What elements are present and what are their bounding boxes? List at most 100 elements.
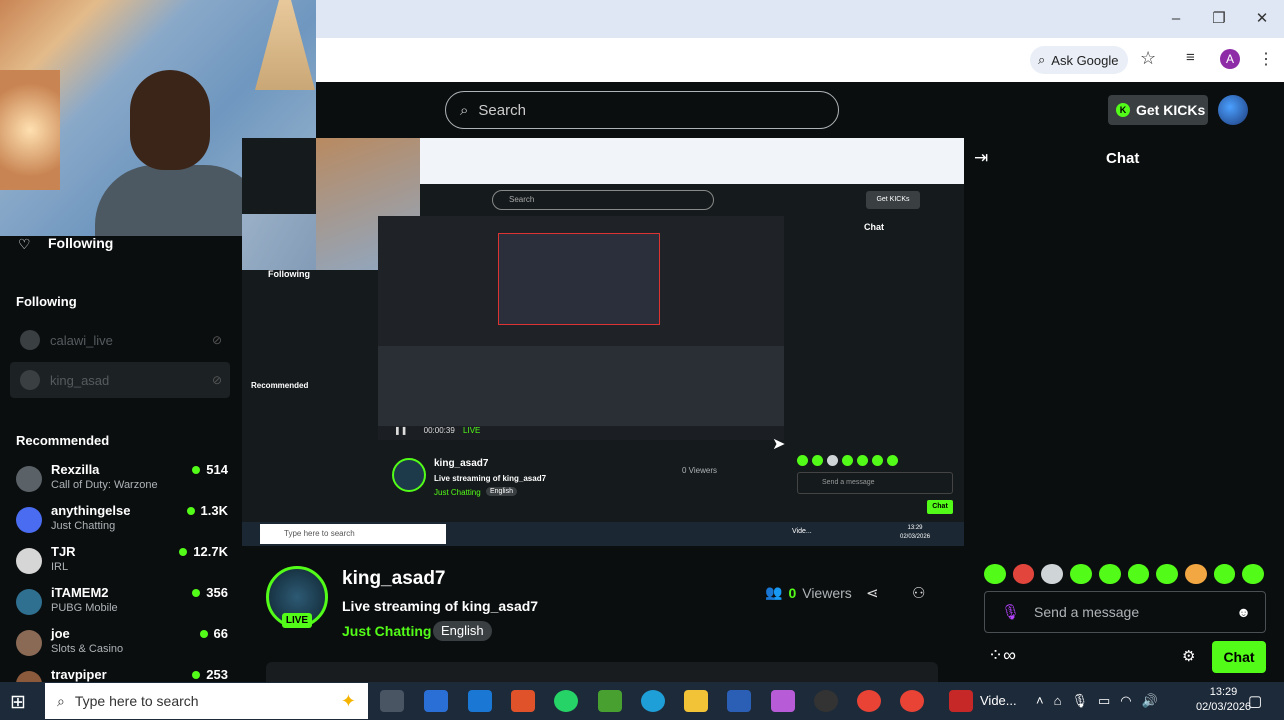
chrome-icon[interactable] — [900, 690, 924, 712]
file-explorer-icon[interactable] — [684, 690, 708, 712]
store-icon[interactable] — [424, 690, 448, 712]
list-item[interactable]: joe Slots & Casino 66 — [16, 626, 228, 666]
emote-icon[interactable] — [1012, 564, 1035, 584]
whatsapp-icon[interactable] — [554, 690, 578, 712]
restore-icon[interactable]: ❐ — [1207, 8, 1231, 30]
emote-icon[interactable] — [1242, 564, 1265, 584]
close-icon[interactable]: ✕ — [1250, 8, 1274, 30]
outlook-icon[interactable] — [468, 690, 492, 712]
obs-icon[interactable] — [814, 690, 838, 712]
clock-date: 02/03/2026 — [1196, 701, 1252, 713]
copilot-icon[interactable] — [771, 690, 795, 712]
brave-icon[interactable] — [511, 690, 535, 712]
edge-icon[interactable] — [641, 690, 665, 712]
bookmark-star-icon[interactable]: ☆ — [1140, 48, 1156, 69]
usb-icon[interactable]: ⌂ — [1054, 693, 1062, 709]
lens-icon: ⌕ — [1038, 52, 1046, 67]
user-avatar[interactable] — [1218, 95, 1248, 125]
video-nested-chat-button: Chat — [927, 500, 953, 514]
channel-name: Rexzilla — [51, 462, 100, 477]
profile-avatar[interactable]: A — [1220, 49, 1240, 69]
viewer-count: 514 — [192, 462, 228, 477]
minimize-icon[interactable]: – — [1164, 8, 1188, 30]
microphone-icon[interactable]: 🎙 — [1071, 693, 1088, 709]
chat-title: Chat — [1106, 150, 1140, 167]
live-badge: LIVE — [282, 613, 312, 628]
search-placeholder: Search — [478, 101, 526, 119]
video-nested-recommended: Recommended — [251, 381, 309, 390]
video-nested-taskbar-video: Vide... — [792, 528, 812, 535]
emote-icon[interactable] — [1156, 564, 1178, 584]
follow-icon[interactable]: ⚇ — [912, 584, 925, 602]
category-link[interactable]: Just Chatting — [342, 623, 431, 639]
video-nested-obs-preview — [498, 233, 660, 325]
avatar — [16, 589, 42, 615]
windows-start-icon[interactable]: ⊞ — [10, 691, 26, 714]
channel-category: IRL — [51, 561, 69, 573]
taskbar-clock[interactable]: 13:29 02/03/2026 — [1196, 685, 1251, 715]
clock-time: 13:29 — [1209, 686, 1238, 698]
viewer-count: 1.3K — [186, 503, 228, 518]
list-item[interactable]: travpiper 253 — [16, 667, 228, 682]
taskbar-video-label[interactable]: Vide... — [980, 693, 1017, 708]
video-nested-channel: king_asad7 — [434, 458, 489, 469]
media-control-icon[interactable]: ≡ — [1186, 49, 1195, 66]
emote-icon[interactable] — [1070, 564, 1092, 584]
search-icon: ⌕ — [460, 101, 469, 119]
task-view-icon[interactable] — [380, 690, 404, 712]
chevron-up-icon[interactable]: ˄ — [1036, 693, 1044, 709]
kick-points-icon[interactable]: ⁘∞ — [988, 645, 1016, 666]
emote-icon[interactable] — [1098, 564, 1121, 584]
offline-icon: ⊘ — [211, 333, 222, 347]
emoji-icon[interactable]: ☻ — [1236, 604, 1251, 620]
more-menu-icon[interactable]: ⋮ — [1258, 49, 1274, 69]
channel-name: joe — [51, 626, 70, 641]
pause-icon: ❚❚ — [394, 426, 408, 435]
microphone-icon[interactable]: 🎙 — [1001, 603, 1020, 621]
gear-icon[interactable]: ⚙ — [1182, 647, 1195, 665]
chat-message-input[interactable]: 🎙 Send a message ☻ — [984, 591, 1266, 633]
channel-category: Just Chatting — [51, 520, 116, 532]
avatar — [16, 507, 42, 533]
emote-icon[interactable] — [984, 564, 1006, 584]
search-input[interactable]: ⌕ Search — [445, 91, 839, 129]
search-icon: ⌕ — [57, 692, 65, 709]
send-chat-button[interactable]: Chat — [1212, 641, 1266, 673]
emote-icon[interactable] — [1213, 564, 1236, 584]
app-icon[interactable] — [598, 690, 622, 712]
avatar — [20, 370, 40, 390]
avatar — [16, 548, 42, 574]
sidebar-item-calawi-live[interactable]: calawi_live ⊘ — [10, 322, 230, 358]
following-nav-label[interactable]: Following — [48, 235, 113, 251]
notification-icon[interactable]: ▢ — [1248, 692, 1262, 710]
get-kicks-button[interactable]: K Get KICKs — [1108, 95, 1208, 125]
emote-icon[interactable] — [1041, 564, 1064, 584]
wifi-icon[interactable]: ◠ — [1120, 693, 1131, 709]
list-item[interactable]: iTAMEM2 PUBG Mobile 356 — [16, 585, 228, 625]
stream-details-panel — [266, 662, 938, 682]
video-nested-emotes — [797, 455, 953, 467]
video-nested-viewers: 0 Viewers — [682, 466, 717, 475]
sidebar-item-king-asad[interactable]: king_asad ⊘ — [10, 362, 230, 398]
word-icon[interactable] — [727, 690, 751, 712]
list-item[interactable]: Rexzilla Call of Duty: Warzone 514 — [16, 462, 228, 502]
list-item[interactable]: TJR IRL 12.7K — [16, 544, 228, 584]
ask-google-button[interactable]: ⌕ Ask Google — [1030, 46, 1128, 74]
viewer-count: 356 — [192, 585, 228, 600]
collapse-chat-icon[interactable]: ⇥ — [974, 148, 988, 168]
emote-icon[interactable] — [1184, 564, 1207, 584]
language-tag[interactable]: English — [433, 621, 492, 641]
battery-icon[interactable]: ▭ — [1098, 693, 1110, 709]
video-app-icon[interactable] — [949, 690, 973, 712]
emote-icon[interactable] — [1127, 564, 1150, 584]
avatar — [16, 466, 42, 492]
chrome-icon[interactable] — [857, 690, 881, 712]
list-item[interactable]: anythingelse Just Chatting 1.3K — [16, 503, 228, 543]
channel-name[interactable]: king_asad7 — [342, 568, 446, 590]
video-nested-category: Just Chatting — [434, 488, 481, 497]
system-tray: ˄ ⌂ 🎙 ▭ ◠ 🔊 — [1036, 693, 1158, 709]
video-nested-controls: ❚❚ 00:00:39 LIVE — [378, 426, 784, 440]
volume-icon[interactable]: 🔊 — [1142, 693, 1158, 709]
taskbar-search-input[interactable]: ⌕ Type here to search ✦ — [45, 683, 368, 719]
share-icon[interactable]: ⋖ — [866, 584, 879, 602]
